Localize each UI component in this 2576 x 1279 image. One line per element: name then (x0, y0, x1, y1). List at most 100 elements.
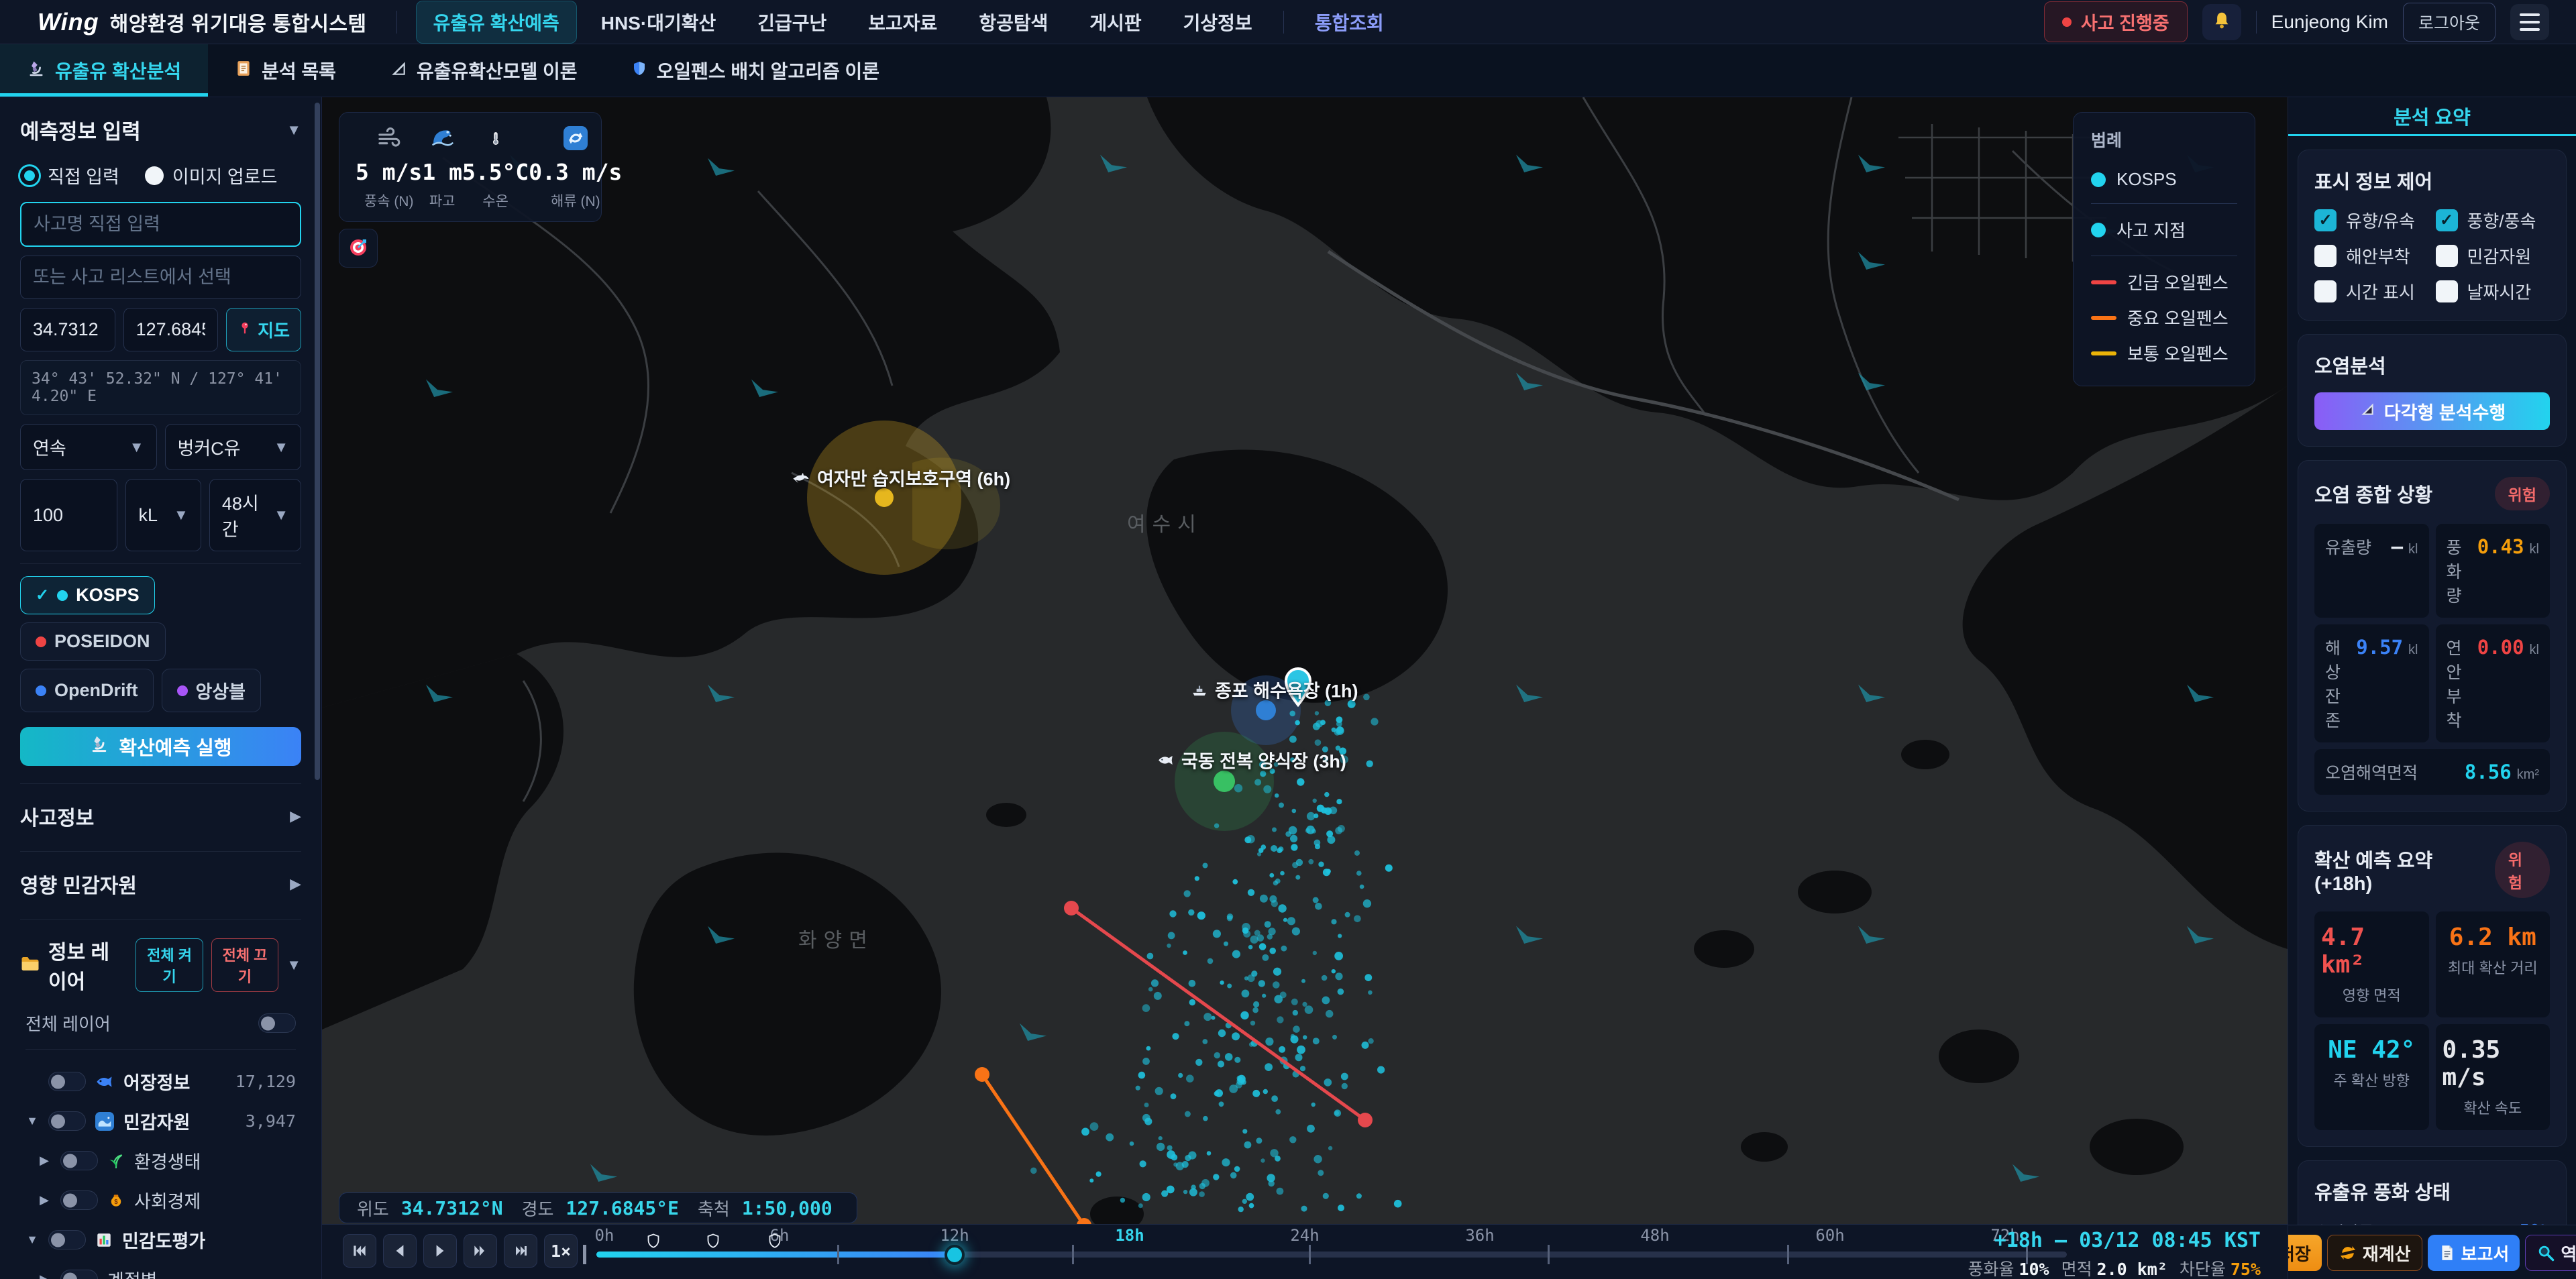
map-canvas[interactable]: 여수시화양면 여자만 습지보호구역 (6h)종포 해수욕장 (1h)국동 전복 … (322, 97, 2288, 1279)
menu-button[interactable] (2510, 4, 2549, 40)
tab-bar: 유출유 확산분석 분석 목록유출유확산모델 이론오일펜스 배치 알고리즘 이론 (0, 44, 2576, 97)
model-chip-KOSPS[interactable]: ✓KOSPS (20, 576, 155, 614)
marker-text: 국동 전복 양식장 (3h) (1181, 747, 1346, 773)
caret-down-icon[interactable]: ▼ (25, 1114, 39, 1128)
layer-toggle[interactable] (48, 1072, 86, 1091)
timeline-label-12h[interactable]: 12h (940, 1226, 969, 1245)
timeline-label-36h[interactable]: 36h (1465, 1226, 1494, 1245)
unit-select[interactable]: kL▼ (125, 479, 201, 551)
model-chip-POSEIDON[interactable]: POSEIDON (20, 622, 166, 661)
stat-label: 유출량 (2325, 535, 2371, 559)
layer-row-사회경제[interactable]: ▶$사회경제 (20, 1180, 301, 1220)
nav-item-7[interactable]: 통합조회 (1297, 1, 1401, 44)
incident-list-input[interactable] (20, 256, 301, 299)
oilfence-marker-icon[interactable] (645, 1233, 661, 1252)
oil-type-select[interactable]: 벙커C유▼ (165, 424, 302, 470)
tab-label: 유출유 확산분석 (55, 57, 181, 84)
latitude-input[interactable] (20, 308, 115, 351)
playback-speed-button[interactable]: 1× (544, 1234, 578, 1268)
step-back-button[interactable] (383, 1234, 417, 1268)
display-checkbox-해안부착[interactable]: 해안부착 (2314, 243, 2429, 268)
skip-start-button[interactable] (343, 1234, 376, 1268)
layers-collapse-icon[interactable]: ▼ (286, 956, 301, 974)
notifications-button[interactable] (2202, 4, 2241, 40)
저장-button[interactable]: 저장 (2288, 1235, 2322, 1271)
radio-image-upload[interactable]: 이미지 업로드 (145, 162, 278, 188)
tab-1[interactable]: 분석 목록 (208, 44, 363, 97)
nav-item-6[interactable]: 기상정보 (1166, 1, 1270, 44)
timeline-label-48h[interactable]: 48h (1640, 1226, 1669, 1245)
logout-button[interactable]: 로그아웃 (2403, 3, 2496, 42)
checkbox-unchecked-icon (2314, 280, 2337, 302)
legend-item-0: KOSPS (2091, 164, 2237, 195)
timeline-label-60h[interactable]: 60h (1815, 1226, 1844, 1245)
nav-item-5[interactable]: 게시판 (1072, 1, 1159, 44)
amount-input[interactable] (20, 479, 117, 551)
timeline-track[interactable] (596, 1252, 2067, 1258)
map-pin-icon (237, 319, 252, 340)
timeline-label-0h[interactable]: 0h (595, 1226, 614, 1245)
nav-item-4[interactable]: 항공탐색 (961, 1, 1065, 44)
layer-toggle[interactable] (60, 1190, 98, 1210)
sidebar-scrollbar[interactable] (315, 103, 320, 780)
nav-item-3[interactable]: 보고자료 (851, 1, 955, 44)
display-checkbox-시간 표시[interactable]: 시간 표시 (2314, 279, 2429, 304)
layer-row-환경생태[interactable]: ▶환경생태 (20, 1141, 301, 1180)
timeline-label-24h[interactable]: 24h (1290, 1226, 1319, 1245)
locate-incident-button[interactable] (339, 229, 378, 268)
section-incident-info[interactable]: 사고정보 ▶ (20, 783, 301, 834)
layer-toggle[interactable] (60, 1270, 98, 1279)
보고서-button[interactable]: 보고서 (2428, 1235, 2520, 1271)
tab-0[interactable]: 유출유 확산분석 (0, 44, 208, 97)
fast-forward-button[interactable] (464, 1234, 497, 1268)
display-checkbox-날짜시간[interactable]: 날짜시간 (2436, 279, 2551, 304)
layer-row-계절별[interactable]: ▶계절별 (20, 1260, 301, 1279)
layer-toggle[interactable] (60, 1151, 98, 1170)
caret-right-icon[interactable]: ▶ (38, 1193, 51, 1207)
incident-name-input[interactable] (20, 202, 301, 247)
model-chip-OpenDrift[interactable]: OpenDrift (20, 669, 154, 712)
nav-item-0[interactable]: 유출유 확산예측 (416, 1, 577, 44)
layer-row-어장정보[interactable]: 어장정보17,129 (20, 1062, 301, 1101)
display-checkbox-유향/유속[interactable]: ✓유향/유속 (2314, 208, 2429, 233)
tab-2[interactable]: 유출유확산모델 이론 (363, 44, 604, 97)
weather-panel: 5 m/s풍속 (N)1 m파고5.5°C수온0.3 m/s해류 (N) (339, 112, 602, 222)
nav-item-2[interactable]: 긴급구난 (740, 1, 844, 44)
model-chip-앙상블[interactable]: 앙상블 (162, 669, 262, 712)
longitude-input[interactable] (123, 308, 219, 351)
layers-all-off-button[interactable]: 전체 끄기 (211, 938, 278, 992)
radio-direct-input[interactable]: 직접 입력 (20, 162, 119, 188)
layers-all-on-button[interactable]: 전체 켜기 (136, 938, 203, 992)
skip-end-button[interactable] (504, 1234, 537, 1268)
timeline-label-18h[interactable]: 18h (1115, 1226, 1144, 1245)
display-checkbox-풍향/풍속[interactable]: ✓풍향/풍속 (2436, 208, 2551, 233)
caret-right-icon[interactable]: ▶ (38, 1272, 51, 1279)
app-title: 해양환경 위기대응 통합시스템 (110, 7, 367, 37)
map-pick-button[interactable]: 지도 (226, 308, 301, 351)
polygon-analysis-button[interactable]: 다각형 분석수행 (2314, 392, 2550, 430)
place-label: 화양면 (798, 924, 874, 953)
caret-down-icon[interactable]: ▼ (25, 1233, 39, 1247)
layer-toggle[interactable] (48, 1230, 86, 1249)
nav-item-1[interactable]: HNS·대기확산 (584, 1, 733, 44)
재계산-button[interactable]: 재계산 (2327, 1235, 2422, 1271)
oilfence-marker-icon[interactable] (705, 1233, 721, 1252)
play-button[interactable] (423, 1234, 457, 1268)
status-stat-풍화량: 풍화량0.43kl (2436, 524, 2551, 618)
collapse-caret-icon[interactable]: ▼ (286, 121, 301, 139)
run-prediction-button[interactable]: 확산예측 실행 (20, 727, 301, 766)
all-layers-toggle[interactable] (258, 1013, 296, 1033)
layer-row-민감자원[interactable]: ▼민감자원3,947 (20, 1101, 301, 1141)
layer-row-민감도평가[interactable]: ▼민감도평가 (20, 1220, 301, 1260)
layer-toggle[interactable] (48, 1111, 86, 1131)
spill-type-select[interactable]: 연속▼ (20, 424, 157, 470)
역추적-button[interactable]: 역추적 (2525, 1235, 2576, 1271)
caret-right-icon[interactable]: ▶ (38, 1154, 51, 1168)
tab-3[interactable]: 오일펜스 배치 알고리즘 이론 (604, 44, 906, 97)
oilfence-marker-icon[interactable] (767, 1233, 783, 1252)
timeline-thumb[interactable] (945, 1245, 965, 1265)
section-impact-resources[interactable]: 영향 민감자원 ▶ (20, 851, 301, 901)
display-checkbox-민감자원[interactable]: 민감자원 (2436, 243, 2551, 268)
duration-select[interactable]: 48시간▼ (209, 479, 301, 551)
action-label: 재계산 (2363, 1241, 2411, 1266)
